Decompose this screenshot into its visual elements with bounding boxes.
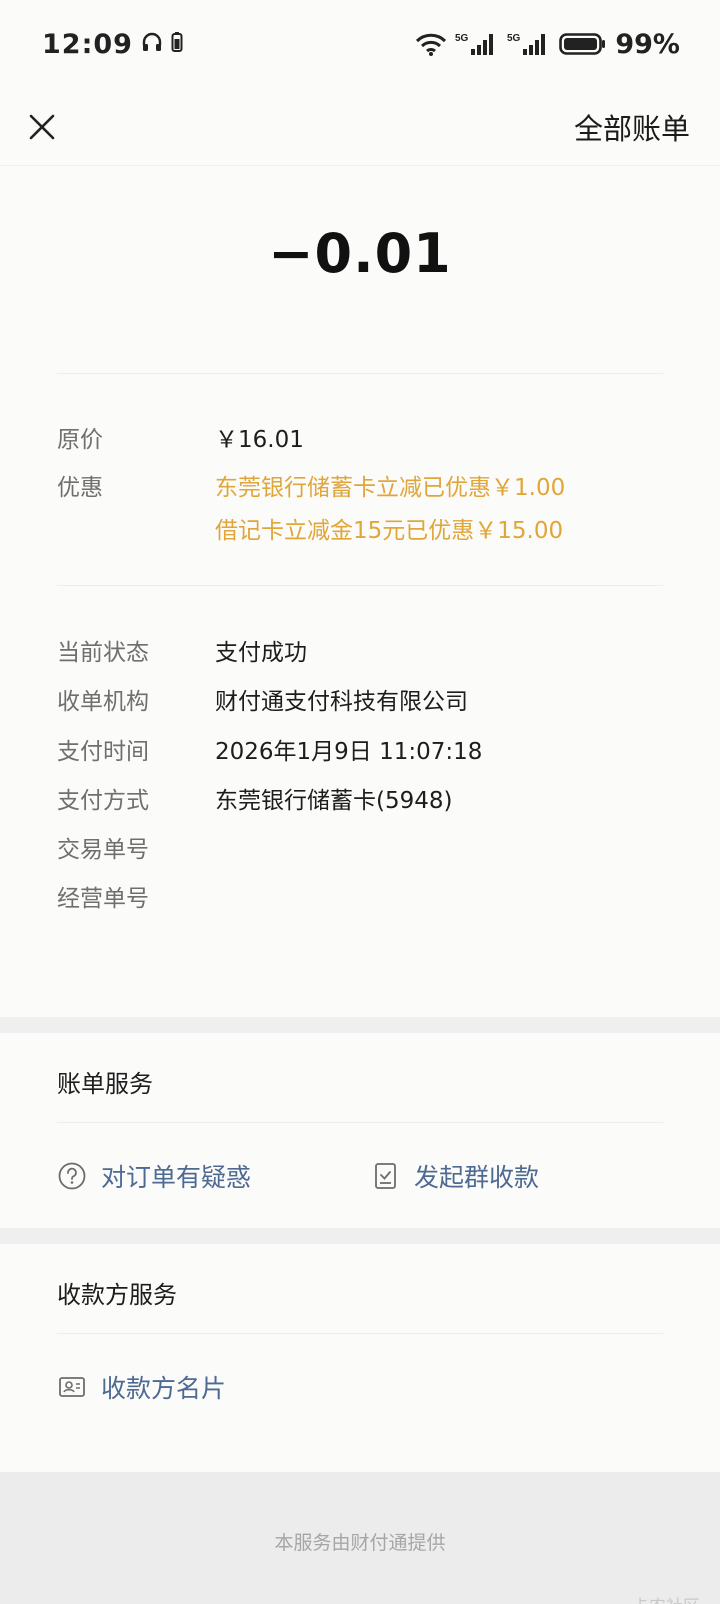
status-bar: 12:09 5G 5G 99% — [0, 0, 720, 88]
detail-value: 东莞银行储蓄卡(5948) — [215, 788, 453, 814]
discount-label: 优惠 — [57, 475, 103, 501]
divider — [57, 585, 663, 586]
all-bills-link[interactable]: 全部账单 — [574, 106, 690, 148]
detail-label: 支付方式 — [57, 788, 149, 814]
section-separator — [0, 1228, 720, 1244]
discount-line: 借记卡立减金15元已优惠￥15.00 — [215, 518, 564, 544]
detail-label: 支付时间 — [57, 739, 149, 765]
nav-bar: 全部账单 — [0, 88, 720, 166]
status-bar-right: 5G 5G 99% — [415, 29, 680, 60]
bill-service-title: 账单服务 — [57, 1070, 153, 1098]
contact-card-icon — [57, 1372, 87, 1402]
status-bar-left: 12:09 — [42, 29, 183, 60]
divider — [57, 373, 663, 374]
status-time: 12:09 — [42, 28, 133, 60]
battery-small-icon — [171, 29, 183, 60]
section-separator — [0, 1017, 720, 1033]
battery-percent: 99% — [615, 28, 680, 60]
divider — [57, 1122, 663, 1123]
footer-text: 本服务由财付通提供 — [274, 1532, 446, 1554]
headphones-icon — [141, 29, 163, 60]
battery-icon — [559, 32, 607, 56]
detail-label: 经营单号 — [57, 886, 149, 912]
watermark: 卡农社区 — [632, 1592, 700, 1604]
group-collect-label: 发起群收款 — [414, 1163, 540, 1192]
close-icon[interactable] — [20, 105, 64, 149]
divider — [57, 1333, 663, 1334]
wifi-icon — [415, 32, 447, 56]
svg-text:5G: 5G — [507, 33, 521, 44]
payee-card-label: 收款方名片 — [101, 1374, 227, 1403]
payee-card-button[interactable]: 收款方名片 — [57, 1369, 226, 1405]
svg-text:5G: 5G — [455, 33, 469, 44]
detail-value: 财付通支付科技有限公司 — [215, 689, 468, 715]
order-question-label: 对订单有疑惑 — [101, 1163, 252, 1192]
detail-value: 支付成功 — [215, 640, 307, 666]
signal-5g-icon: 5G — [507, 31, 551, 57]
order-question-button[interactable]: 对订单有疑惑 — [57, 1158, 251, 1194]
discount-line: 东莞银行储蓄卡立减已优惠￥1.00 — [215, 475, 566, 501]
payee-service-title: 收款方服务 — [57, 1281, 177, 1309]
payment-amount: −0.01 — [268, 222, 452, 285]
detail-label: 收单机构 — [57, 689, 149, 715]
original-price-label: 原价 — [57, 427, 103, 453]
detail-value: 2026年1月9日 11:07:18 — [215, 739, 483, 765]
group-collect-button[interactable]: 发起群收款 — [372, 1158, 539, 1194]
group-collect-icon — [372, 1161, 400, 1191]
detail-label: 当前状态 — [57, 640, 149, 666]
original-price-value: ￥16.01 — [215, 427, 304, 453]
signal-5g-icon: 5G — [455, 31, 499, 57]
detail-label: 交易单号 — [57, 837, 149, 863]
question-circle-icon — [57, 1161, 87, 1191]
